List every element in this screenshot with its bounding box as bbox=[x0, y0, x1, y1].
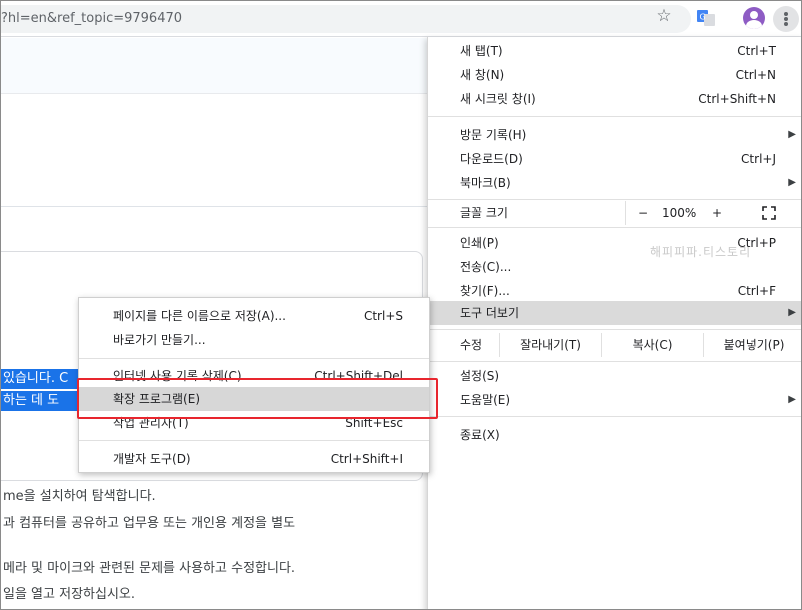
submenu-arrow-icon: ▶ bbox=[788, 177, 796, 188]
menu-item-shortcut: Ctrl+J bbox=[741, 152, 776, 166]
menu-item-new-tab[interactable]: 새 탭(T) Ctrl+T bbox=[428, 39, 801, 63]
menu-separator bbox=[428, 116, 801, 117]
menu-row-zoom: 글꼴 크기 − 100% + bbox=[428, 201, 801, 225]
menu-separator bbox=[428, 329, 801, 330]
translate-icon[interactable]: G bbox=[697, 9, 715, 27]
menu-item-label: 새 탭(T) bbox=[460, 44, 503, 58]
menu-item-history[interactable]: 방문 기록(H) ▶ bbox=[428, 123, 801, 147]
bookmark-star-icon[interactable]: ☆ bbox=[655, 7, 673, 25]
menu-item-label: 도움말(E) bbox=[460, 393, 511, 407]
menu-row-edit: 수정 잘라내기(T) 복사(C) 붙여넣기(P) bbox=[428, 333, 801, 357]
menu-item-shortcut: Ctrl+T bbox=[737, 44, 776, 58]
menu-item-bookmarks[interactable]: 북마크(B) ▶ bbox=[428, 171, 801, 195]
browser-window: ?hl=en&ref_topic=9796470 ☆ G 있습니다. C 하는 … bbox=[0, 0, 802, 610]
url-text: ?hl=en&ref_topic=9796470 bbox=[1, 11, 183, 26]
svg-text:G: G bbox=[700, 13, 706, 22]
menu-item-label: 종료(X) bbox=[460, 428, 500, 442]
menu-item-label: 도구 더보기 bbox=[460, 306, 520, 320]
menu-item-label: 새 시크릿 창(I) bbox=[460, 92, 536, 106]
edit-label: 수정 bbox=[460, 338, 483, 352]
menu-item-more-tools[interactable]: 도구 더보기 ▶ bbox=[428, 301, 801, 325]
menu-item-cast[interactable]: 전송(C)... bbox=[428, 255, 801, 279]
submenu-item-shortcut: Ctrl+Shift+I bbox=[330, 452, 403, 466]
profile-avatar[interactable] bbox=[743, 7, 765, 29]
menu-item-shortcut: Ctrl+P bbox=[737, 236, 776, 250]
selected-text-line: 있습니다. C bbox=[1, 369, 81, 389]
page-header-bar bbox=[1, 38, 431, 94]
body-text: me을 설치하여 탐색합니다. bbox=[3, 489, 156, 504]
submenu-arrow-icon: ▶ bbox=[788, 307, 796, 318]
menu-separator bbox=[428, 361, 801, 362]
menu-item-find[interactable]: 찾기(F)... Ctrl+F bbox=[428, 279, 801, 303]
menu-item-label: 다운로드(D) bbox=[460, 152, 523, 166]
submenu-item-label: 페이지를 다른 이름으로 저장(A)... bbox=[113, 309, 286, 323]
zoom-in-button[interactable]: + bbox=[708, 201, 726, 225]
menu-item-label: 인쇄(P) bbox=[460, 236, 499, 250]
menu-item-shortcut: Ctrl+Shift+N bbox=[698, 92, 776, 106]
zoom-out-button[interactable]: − bbox=[634, 201, 652, 225]
menu-item-new-window[interactable]: 새 창(N) Ctrl+N bbox=[428, 63, 801, 87]
menu-item-new-incognito-window[interactable]: 새 시크릿 창(I) Ctrl+Shift+N bbox=[428, 87, 801, 111]
menu-item-label: 북마크(B) bbox=[460, 176, 511, 190]
submenu-item-save-page-as[interactable]: 페이지를 다른 이름으로 저장(A)... Ctrl+S bbox=[79, 304, 429, 328]
zoom-level: 100% bbox=[662, 206, 697, 220]
submenu-item-label: 바로가기 만들기... bbox=[113, 333, 206, 347]
menu-item-label: 설정(S) bbox=[460, 369, 500, 383]
menu-item-help[interactable]: 도움말(E) ▶ bbox=[428, 388, 801, 412]
menu-separator bbox=[428, 199, 801, 200]
body-text: 과 컴퓨터를 공유하고 업무용 또는 개인용 계정을 별도 bbox=[3, 516, 296, 531]
menu-item-label: 방문 기록(H) bbox=[460, 128, 527, 142]
menu-separator bbox=[428, 227, 801, 228]
menu-item-settings[interactable]: 설정(S) bbox=[428, 364, 801, 388]
menu-item-label: 전송(C)... bbox=[460, 260, 512, 274]
submenu-item-label: 개발자 도구(D) bbox=[113, 452, 191, 466]
body-text: 메라 및 마이크와 관련된 문제를 사용하고 수정합니다. bbox=[3, 561, 296, 576]
paste-button[interactable]: 붙여넣기(P) bbox=[703, 333, 801, 357]
highlight-annotation-box bbox=[77, 378, 438, 419]
menu-item-label: 찾기(F)... bbox=[460, 284, 510, 298]
menu-item-shortcut: Ctrl+N bbox=[735, 68, 776, 82]
submenu-separator bbox=[79, 440, 429, 441]
zoom-controls: − 100% + bbox=[625, 201, 801, 225]
submenu-item-shortcut: Ctrl+S bbox=[363, 309, 403, 323]
menu-item-print[interactable]: 인쇄(P) Ctrl+P bbox=[428, 231, 801, 255]
selected-text-line: 하는 데 도 bbox=[1, 391, 81, 411]
zoom-label: 글꼴 크기 bbox=[460, 206, 508, 220]
menu-item-label: 새 창(N) bbox=[460, 68, 505, 82]
menu-item-downloads[interactable]: 다운로드(D) Ctrl+J bbox=[428, 147, 801, 171]
fullscreen-icon[interactable] bbox=[762, 206, 776, 220]
page-divider bbox=[1, 206, 431, 207]
menu-item-shortcut: Ctrl+F bbox=[737, 284, 776, 298]
address-bar[interactable]: ?hl=en&ref_topic=9796470 bbox=[1, 5, 691, 33]
submenu-separator bbox=[79, 358, 429, 359]
browser-toolbar: ?hl=en&ref_topic=9796470 ☆ G bbox=[1, 1, 801, 37]
chrome-main-menu: 새 탭(T) Ctrl+T 새 창(N) Ctrl+N 새 시크릿 창(I) C… bbox=[427, 37, 801, 609]
copy-button[interactable]: 복사(C) bbox=[601, 333, 703, 357]
menu-item-exit[interactable]: 종료(X) bbox=[428, 423, 801, 447]
cut-button[interactable]: 잘라내기(T) bbox=[499, 333, 601, 357]
submenu-arrow-icon: ▶ bbox=[788, 129, 796, 140]
submenu-item-create-shortcut[interactable]: 바로가기 만들기... bbox=[79, 328, 429, 352]
body-text: 일을 열고 저장하십시오. bbox=[3, 587, 135, 602]
submenu-item-developer-tools[interactable]: 개발자 도구(D) Ctrl+Shift+I bbox=[79, 447, 429, 471]
menu-separator bbox=[428, 416, 801, 417]
submenu-arrow-icon: ▶ bbox=[788, 394, 796, 405]
more-menu-icon[interactable] bbox=[773, 6, 799, 32]
